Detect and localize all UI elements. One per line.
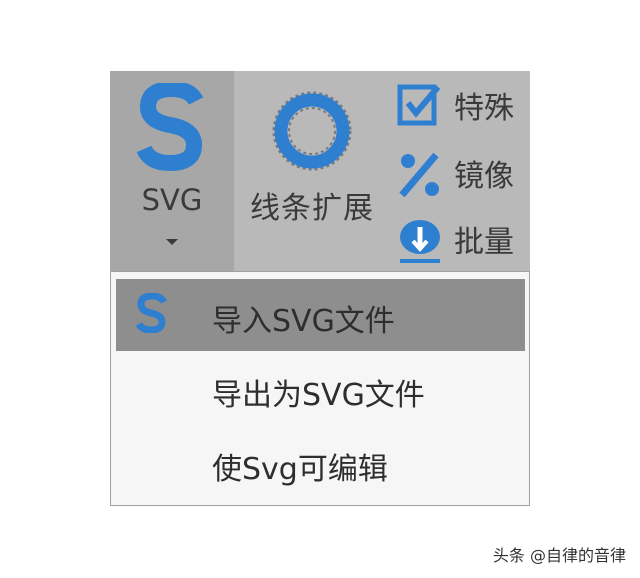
svg-dropdown-menu: 导入SVG文件 导出为SVG文件 使Svg可编辑 bbox=[110, 271, 530, 506]
menu-item-label: 导出为SVG文件 bbox=[212, 378, 425, 413]
line-extend-label: 线条扩展 bbox=[250, 191, 374, 226]
ring-icon bbox=[272, 91, 352, 171]
batch-label: 批量 bbox=[454, 225, 514, 260]
line-extend-button[interactable]: 线条扩展 bbox=[234, 71, 390, 271]
chevron-down-icon bbox=[166, 239, 178, 245]
menu-item-label: 使Svg可编辑 bbox=[212, 452, 388, 487]
svg-s-icon bbox=[135, 293, 168, 333]
percent-icon bbox=[399, 152, 439, 198]
menu-item-export-svg[interactable]: 导出为SVG文件 bbox=[116, 353, 525, 425]
svg-s-icon bbox=[136, 83, 204, 171]
checkbox-icon bbox=[397, 84, 441, 126]
svg-button-label: SVG bbox=[141, 183, 203, 217]
watermark: 头条 @自律的音律 bbox=[492, 546, 626, 565]
menu-item-make-svg-editable[interactable]: 使Svg可编辑 bbox=[116, 427, 525, 499]
menu-item-import-svg[interactable]: 导入SVG文件 bbox=[116, 279, 525, 351]
special-label: 特殊 bbox=[454, 91, 514, 126]
mirror-label: 镜像 bbox=[454, 159, 514, 194]
batch-icon bbox=[400, 220, 440, 263]
ribbon-toolbar: SVG 线条扩展 特殊 镜像 批量 bbox=[110, 71, 530, 271]
svg-dropdown-button[interactable]: SVG bbox=[110, 71, 234, 271]
menu-item-label: 导入SVG文件 bbox=[212, 304, 395, 339]
